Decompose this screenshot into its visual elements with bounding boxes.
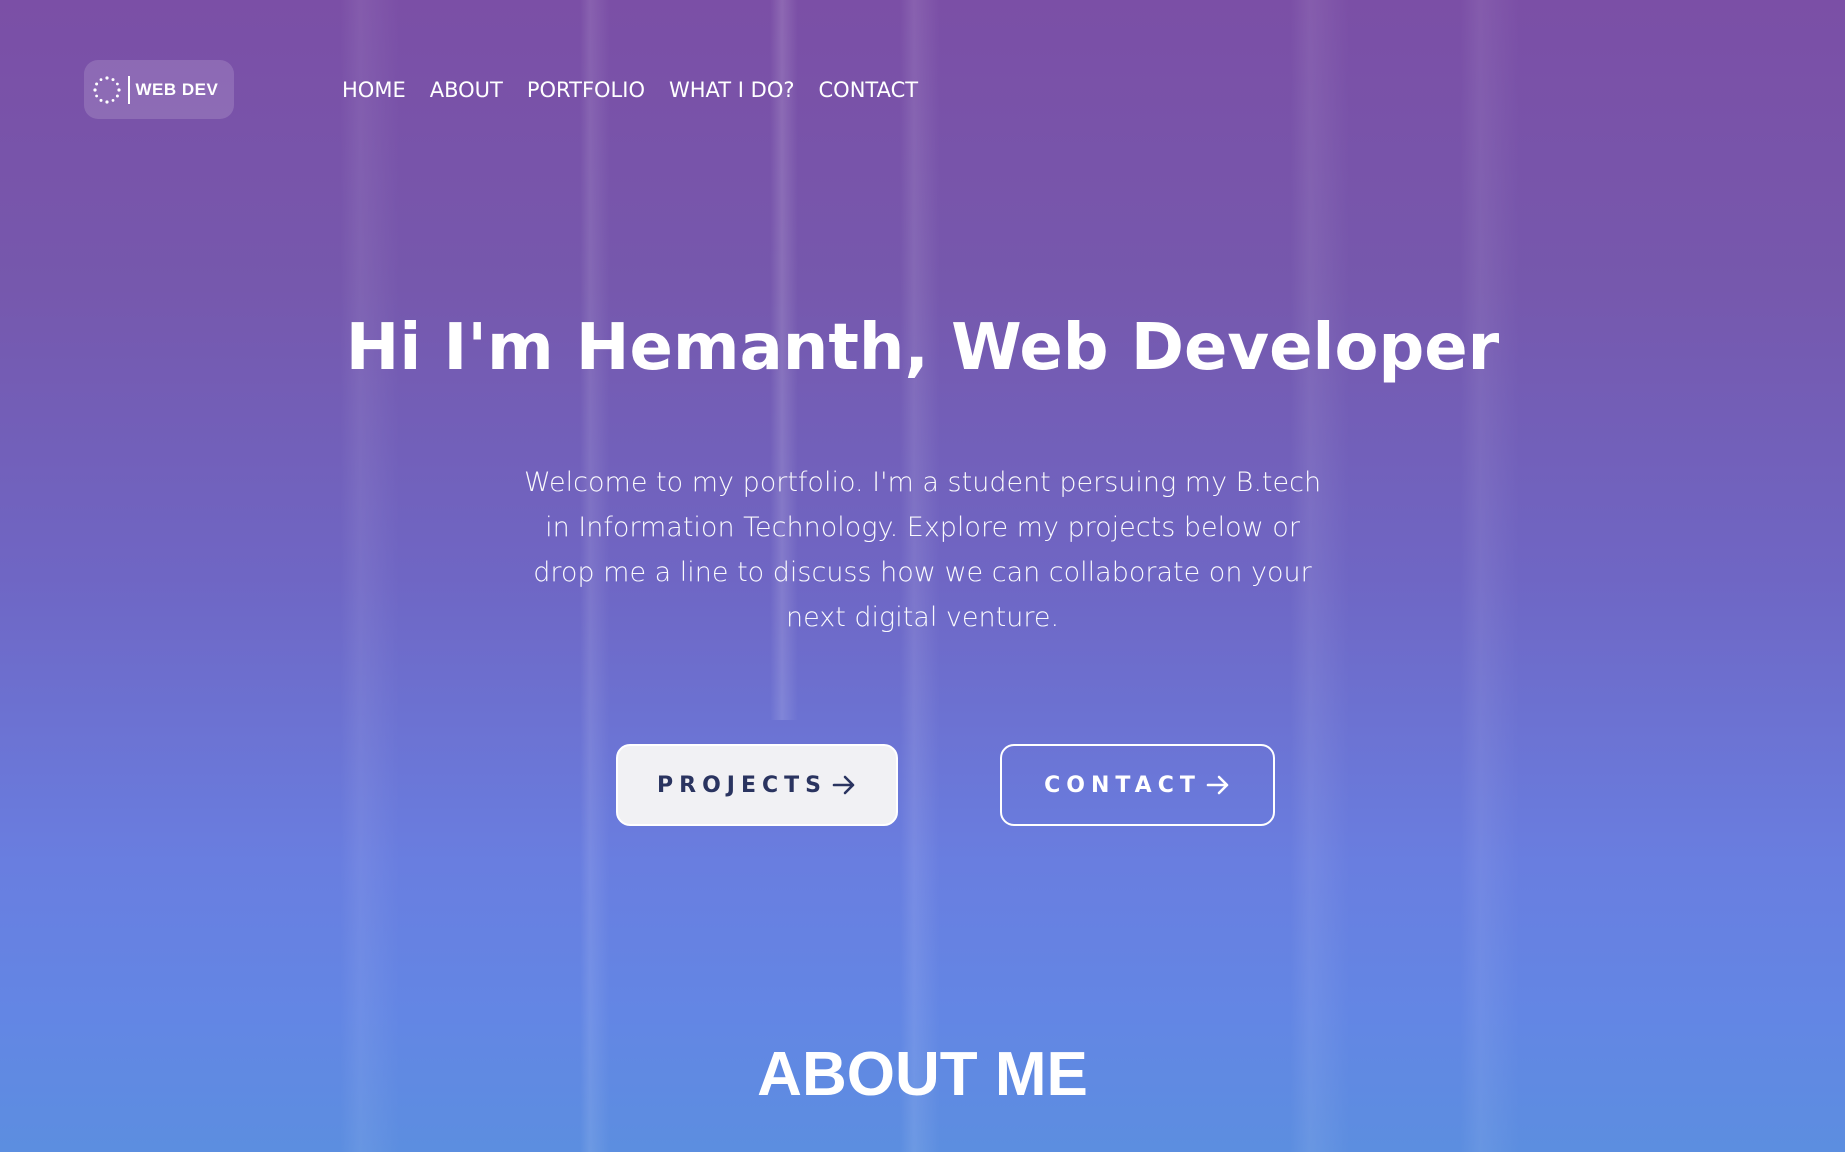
nav-about[interactable]: ABOUT <box>430 78 503 102</box>
nav-what-i-do[interactable]: WHAT I DO? <box>669 78 795 102</box>
about-title: ABOUT ME <box>757 1040 1088 1109</box>
main-nav: HOME ABOUT PORTFOLIO WHAT I DO? CONTACT <box>342 78 918 102</box>
hero-description: Welcome to my portfolio. I'm a student p… <box>523 467 1322 633</box>
arrow-right-icon <box>1206 775 1229 795</box>
dotted-ring-icon <box>93 75 121 104</box>
nav-portfolio[interactable]: PORTFOLIO <box>527 78 645 102</box>
contact-button-label: CONTACT <box>1044 772 1201 798</box>
logo[interactable]: WEB DEV <box>84 60 234 119</box>
projects-button[interactable]: PROJECTS <box>616 744 898 826</box>
arrow-right-icon <box>832 775 855 795</box>
nav-contact[interactable]: CONTACT <box>819 78 919 102</box>
contact-button[interactable]: CONTACT <box>1000 744 1275 826</box>
nav-home[interactable]: HOME <box>342 78 406 102</box>
hero-title: Hi I'm Hemanth, Web Developer <box>345 311 1500 385</box>
logo-divider <box>128 75 130 104</box>
projects-button-label: PROJECTS <box>657 772 827 798</box>
logo-text: WEB DEV <box>135 79 219 99</box>
